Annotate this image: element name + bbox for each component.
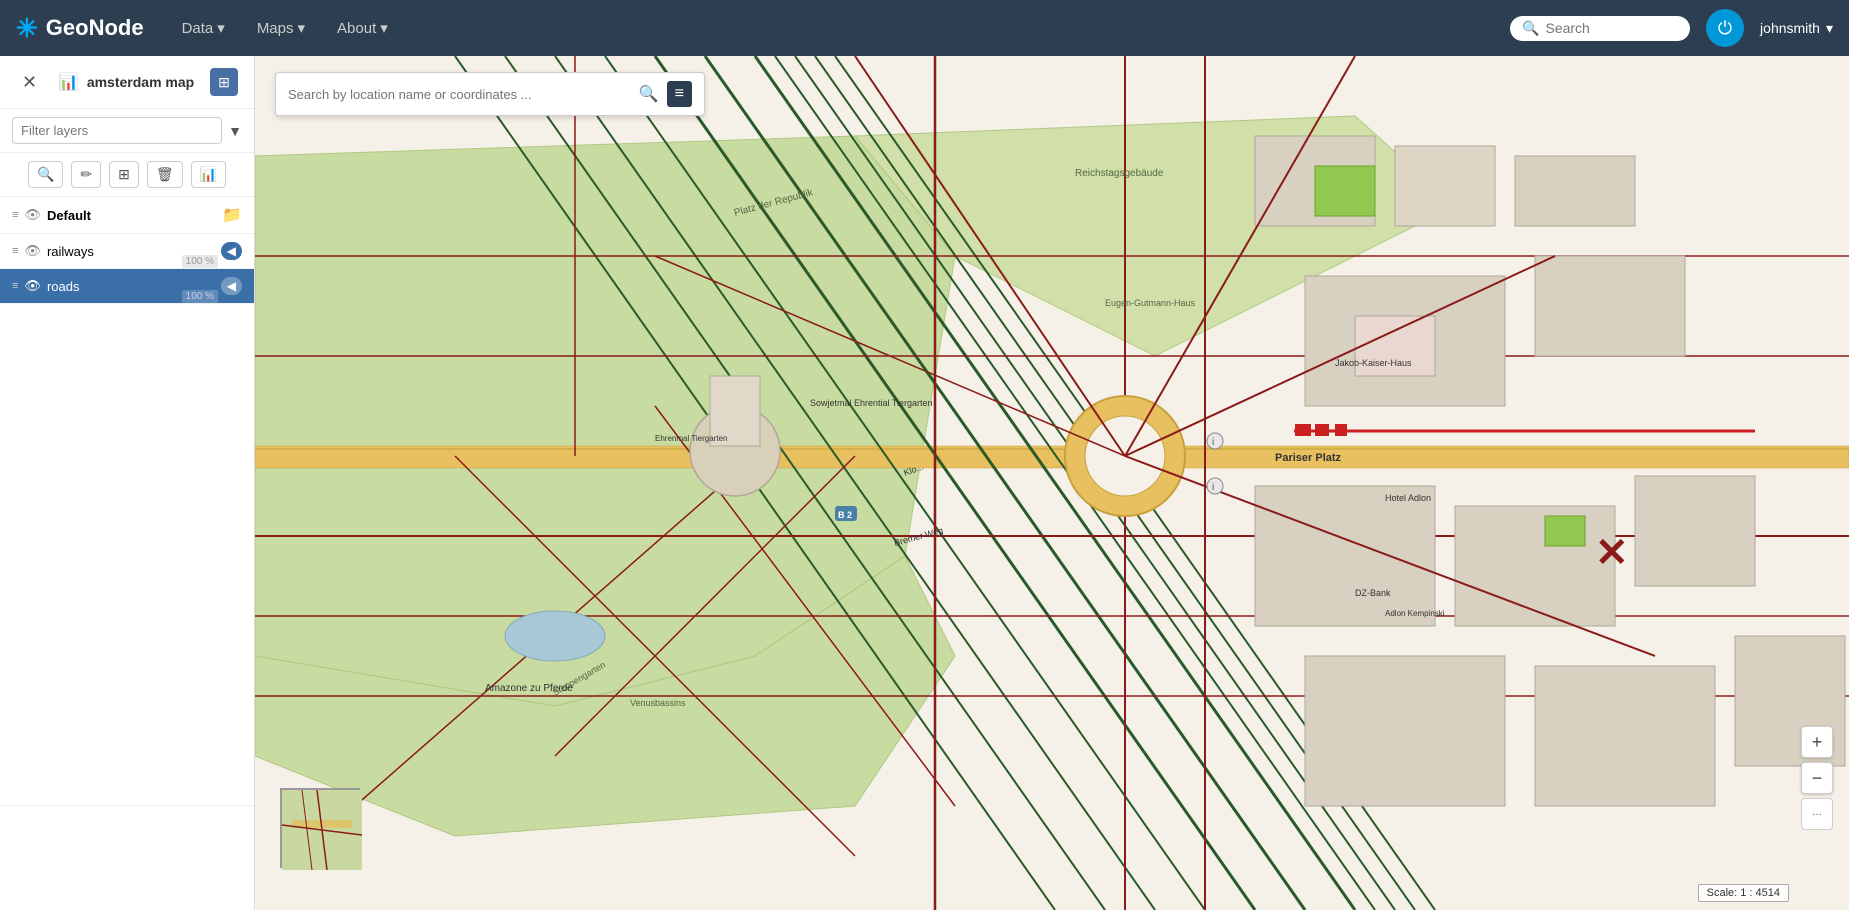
filter-layers-input[interactable] (12, 117, 222, 144)
svg-text:Amazone zu Pferde: Amazone zu Pferde (485, 683, 573, 694)
menu-data[interactable]: Data ▾ (168, 11, 239, 45)
svg-text:B 2: B 2 (838, 510, 852, 520)
geonode-logo: ✳ GeoNode (16, 13, 144, 44)
layer-group-name: Default (47, 208, 216, 223)
drag-handle-icon: ≡ (12, 280, 18, 292)
power-icon: ⏻ (1718, 18, 1732, 39)
svg-text:Jakob-Kaiser-Haus: Jakob-Kaiser-Haus (1335, 358, 1412, 368)
location-search-input[interactable] (288, 87, 631, 102)
svg-text:DZ-Bank: DZ-Bank (1355, 588, 1391, 598)
edit-layer-button[interactable]: ✏ (71, 161, 101, 188)
left-panel: ✕ 📊 amsterdam map ⊞ ▼ 🔍 ✏ ⊞ 🗑 📊 ≡ 👁 Defa… (0, 56, 255, 910)
location-search-bar: 🔍 ≡ (275, 72, 705, 116)
svg-text:i: i (1212, 482, 1214, 493)
svg-text:i: i (1212, 437, 1214, 448)
chevron-down-icon: ▾ (380, 19, 388, 37)
attribute-table-button[interactable]: ⊞ (109, 161, 139, 188)
logo-star-icon: ✳ (16, 13, 38, 44)
remove-layer-button[interactable]: 🗑 (147, 161, 183, 188)
top-menu: Data ▾ Maps ▾ About ▾ (168, 11, 402, 45)
layer-chart-button[interactable]: 📊 (191, 161, 226, 188)
zoom-in-button[interactable]: + (1801, 726, 1833, 758)
svg-text:Eugen-Gutmann-Haus: Eugen-Gutmann-Haus (1105, 298, 1196, 308)
visibility-icon[interactable]: 👁 (24, 207, 41, 223)
railways-expand-button[interactable]: ◀ (221, 242, 242, 260)
username-label: johnsmith (1760, 20, 1820, 36)
roads-opacity: 100 % (182, 290, 218, 303)
scale-bar: Scale: 1 : 4514 (1698, 884, 1789, 902)
layer-item-roads[interactable]: ≡ 👁 roads ◀ 100 % (0, 269, 254, 304)
power-button[interactable]: ⏻ (1706, 9, 1744, 47)
svg-text:Hotel Adlon: Hotel Adlon (1385, 493, 1431, 503)
map-svg: ✕ Platz der Republik Reichstagsgebäude P… (255, 56, 1849, 910)
close-panel-button[interactable]: ✕ (16, 70, 43, 95)
map-title: amsterdam map (87, 74, 194, 90)
map-controls: + − ··· (1801, 726, 1833, 830)
user-menu[interactable]: johnsmith ▾ (1760, 20, 1833, 37)
global-search[interactable]: 🔍 (1510, 16, 1690, 41)
logo-text: GeoNode (46, 15, 144, 41)
layers-icon: ⊞ (218, 74, 230, 91)
zoom-out-button[interactable]: − (1801, 762, 1833, 794)
visibility-toggle-roads[interactable]: 👁 (24, 278, 41, 294)
drag-handle-icon: ≡ (12, 209, 18, 221)
search-icon: 🔍 (1522, 20, 1539, 37)
chevron-down-icon: ▾ (217, 19, 225, 37)
zoom-to-layer-button[interactable]: 🔍 (28, 161, 63, 188)
svg-text:Pariser Platz: Pariser Platz (1275, 452, 1342, 464)
layer-item-railways[interactable]: ≡ 👁 railways ◀ 100 % (0, 234, 254, 269)
svg-text:Reichstagsgebäude: Reichstagsgebäude (1075, 168, 1164, 179)
filter-bar: ▼ (0, 109, 254, 153)
visibility-toggle-railways[interactable]: 👁 (24, 243, 41, 259)
scale-label: Scale: 1 : 4514 (1707, 887, 1780, 899)
panel-header: ✕ 📊 amsterdam map ⊞ (0, 56, 254, 109)
chevron-down-icon: ▾ (1826, 20, 1833, 37)
layers-list: ≡ 👁 Default 📁 ≡ 👁 railways ◀ 100 % ≡ 👁 r… (0, 197, 254, 805)
minimap-thumbnail[interactable] (280, 788, 360, 868)
search-icon: 🔍 (639, 84, 659, 104)
map-area[interactable]: ✕ Platz der Republik Reichstagsgebäude P… (255, 56, 1849, 910)
drag-handle-icon: ≡ (12, 245, 18, 257)
svg-text:Adlon Kempinski: Adlon Kempinski (1385, 609, 1445, 618)
svg-text:✕: ✕ (1595, 531, 1629, 575)
search-input[interactable] (1545, 20, 1675, 36)
chart-icon: 📊 (59, 72, 79, 92)
layers-icon-button[interactable]: ⊞ (210, 68, 238, 96)
folder-icon: 📁 (222, 205, 242, 225)
map-title-section: 📊 amsterdam map (59, 72, 194, 92)
filter-button[interactable]: ▼ (228, 123, 242, 139)
svg-text:Sowjetmal Ehrential Tiergarten: Sowjetmal Ehrential Tiergarten (810, 398, 933, 408)
svg-text:Venusbassins: Venusbassins (630, 698, 686, 708)
layer-toolbar: 🔍 ✏ ⊞ 🗑 📊 (0, 153, 254, 197)
roads-expand-button[interactable]: ◀ (221, 277, 242, 295)
top-navigation: ✳ GeoNode Data ▾ Maps ▾ About ▾ 🔍 ⏻ john… (0, 0, 1849, 56)
layer-group-default[interactable]: ≡ 👁 Default 📁 (0, 197, 254, 234)
more-controls-button[interactable]: ··· (1801, 798, 1833, 830)
railways-opacity: 100 % (182, 255, 218, 268)
menu-about[interactable]: About ▾ (323, 11, 402, 45)
svg-text:Ehrenmal Tiergarten: Ehrenmal Tiergarten (655, 434, 727, 443)
menu-maps[interactable]: Maps ▾ (243, 11, 319, 45)
map-menu-button[interactable]: ≡ (667, 81, 692, 107)
chevron-down-icon: ▾ (298, 19, 306, 37)
